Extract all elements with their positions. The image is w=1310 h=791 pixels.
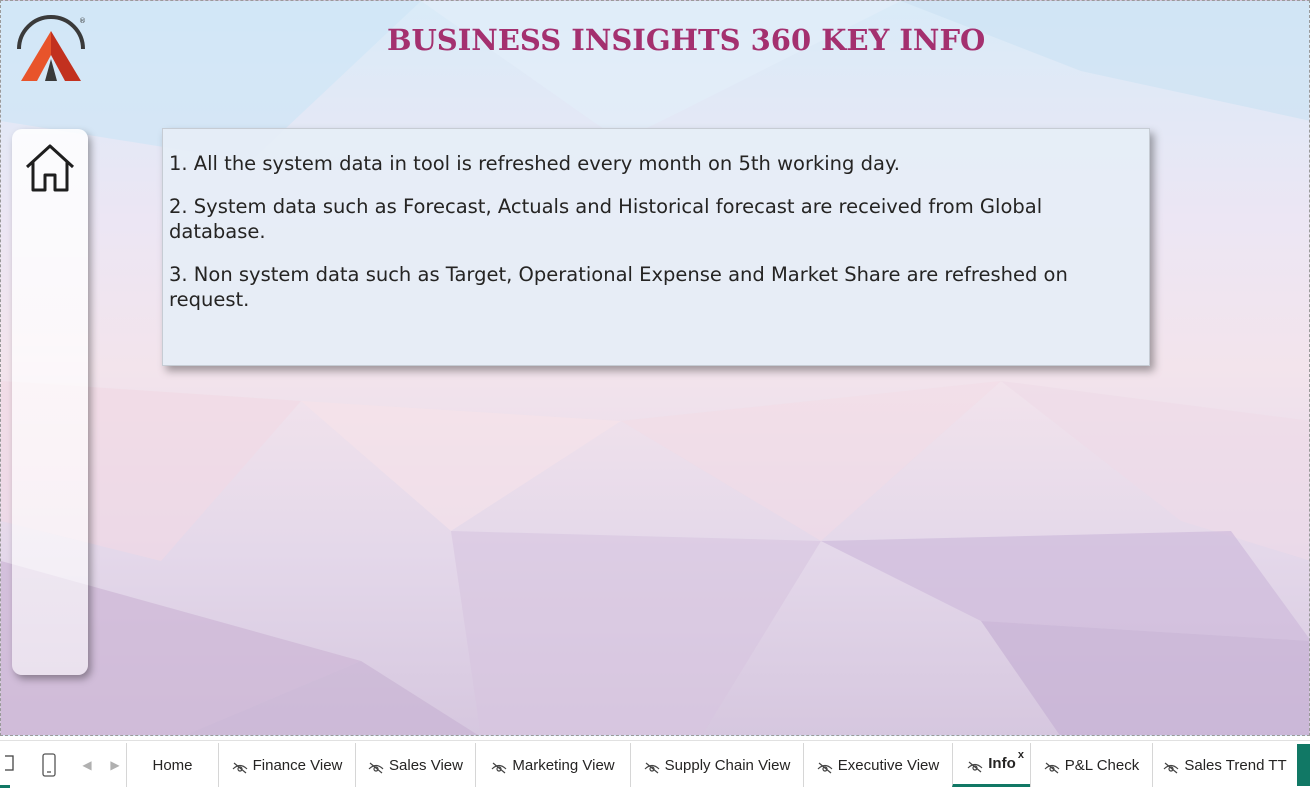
mobile-layout-icon[interactable] <box>36 741 62 789</box>
page-tab-bar: ◀ ▶ Home Finance View Sales View Marketi… <box>0 740 1310 791</box>
tab-executive-view[interactable]: Executive View <box>803 743 952 787</box>
desktop-layout-icon[interactable] <box>0 741 20 789</box>
hidden-eye-icon <box>491 762 507 774</box>
hidden-eye-icon <box>1044 762 1060 774</box>
tab-label: Sales Trend TT <box>1184 756 1287 774</box>
scroll-left-icon[interactable]: ◀ <box>78 741 96 789</box>
tab-label: Home <box>152 756 193 774</box>
tab-label: Marketing View <box>512 756 615 774</box>
hidden-eye-icon <box>967 761 983 772</box>
tab-label: Supply Chain View <box>664 756 791 774</box>
tab-label: Sales View <box>389 756 463 774</box>
add-page-button[interactable] <box>1297 744 1310 786</box>
tab-finance-view[interactable]: Finance View <box>218 743 355 787</box>
home-icon[interactable] <box>24 143 76 193</box>
report-canvas: ® BUSINESS INSIGHTS 360 KEY INFO 1. All … <box>0 0 1310 736</box>
atliq-logo: ® <box>17 15 86 81</box>
background-polygons <box>1 1 1309 735</box>
key-info-box: 1. All the system data in tool is refres… <box>162 128 1150 366</box>
tab-label: P&L Check <box>1064 756 1140 774</box>
svg-text:®: ® <box>79 17 86 25</box>
page-title: BUSINESS INSIGHTS 360 KEY INFO <box>387 23 986 57</box>
tab-pl-check[interactable]: P&L Check <box>1030 743 1152 787</box>
info-point-3: 3. Non system data such as Target, Opera… <box>169 263 1068 311</box>
hidden-eye-icon <box>1163 762 1179 774</box>
close-tab-icon[interactable]: x <box>1018 749 1024 761</box>
info-point-2: 2. System data such as Forecast, Actuals… <box>169 195 1043 243</box>
hidden-eye-icon <box>368 762 384 774</box>
tab-label: Info <box>988 755 1016 772</box>
navigation-sidebar <box>12 129 88 675</box>
hidden-eye-icon <box>232 762 248 774</box>
tab-sales-view[interactable]: Sales View <box>355 743 475 787</box>
tab-label: Finance View <box>252 756 343 774</box>
tab-supply-chain-view[interactable]: Supply Chain View <box>630 743 803 787</box>
tab-info[interactable]: Info x <box>952 743 1030 787</box>
info-point-1: 1. All the system data in tool is refres… <box>169 152 900 175</box>
tab-home[interactable]: Home <box>126 743 218 787</box>
hidden-eye-icon <box>817 762 833 774</box>
hidden-eye-icon <box>644 762 660 774</box>
tab-label: Executive View <box>837 756 940 774</box>
scroll-right-icon[interactable]: ▶ <box>106 741 124 789</box>
tab-marketing-view[interactable]: Marketing View <box>475 743 630 787</box>
tab-sales-trend-tt[interactable]: Sales Trend TT <box>1152 743 1297 787</box>
